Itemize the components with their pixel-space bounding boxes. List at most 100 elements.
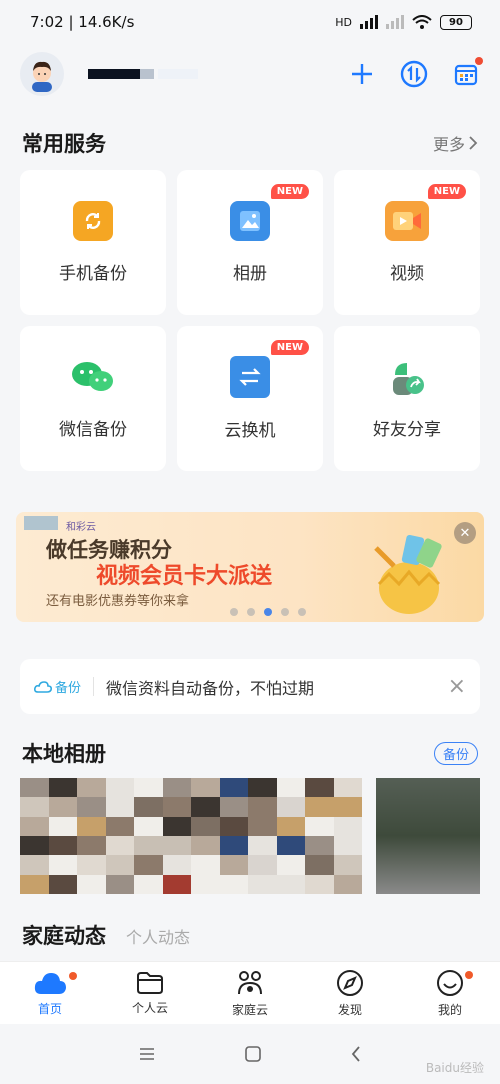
album-title: 本地相册 — [22, 742, 106, 766]
services-grid: 手机备份 NEW 相册 NEW 视频 微信备份 NEW 云换机 好友分享 — [20, 170, 480, 471]
username — [88, 69, 198, 79]
nav-discover[interactable]: 发现 — [305, 969, 395, 1018]
photo-pixel — [248, 778, 277, 798]
carousel-dot-active[interactable] — [264, 608, 272, 616]
service-wechat-backup[interactable]: 微信备份 — [20, 326, 166, 471]
photo-pixel — [105, 778, 134, 798]
carousel-dot[interactable] — [281, 608, 289, 616]
status-time: 7:02 | 14.6K/s — [30, 13, 135, 31]
transfer-button[interactable] — [400, 60, 428, 88]
more-link[interactable]: 更多 — [433, 131, 478, 155]
service-friend-share[interactable]: 好友分享 — [334, 326, 480, 471]
carousel-dot[interactable] — [230, 608, 238, 616]
promo-banner[interactable]: 和彩云 做任务赚积分 视频会员卡大派送 还有电影优惠券等你来拿 ✕ — [16, 512, 484, 622]
photo-thumbnail[interactable] — [376, 778, 480, 894]
photo-pixel — [333, 855, 362, 875]
carousel-dot[interactable] — [247, 608, 255, 616]
photo-pixel — [105, 797, 134, 817]
photo-pixel — [305, 855, 334, 875]
add-button[interactable] — [348, 60, 376, 88]
photo-pixel — [105, 836, 134, 856]
transfer-icon — [400, 60, 428, 88]
photo-pixel — [48, 797, 77, 817]
photo-pixel — [162, 855, 191, 875]
avatar[interactable] — [20, 52, 64, 96]
photo-pixel — [162, 797, 191, 817]
nav-badge-dot — [69, 971, 77, 980]
photo-pixel — [248, 797, 277, 817]
service-phone-switch[interactable]: NEW 云换机 — [177, 326, 323, 471]
calendar-button[interactable] — [452, 57, 483, 88]
carousel-dot[interactable] — [298, 608, 306, 616]
tile-label: 好友分享 — [373, 420, 441, 440]
photo-thumbnail-strip[interactable] — [20, 778, 362, 894]
wechat-icon — [70, 357, 116, 397]
username-redacted — [140, 69, 154, 79]
photo-pixel — [191, 778, 220, 798]
service-album[interactable]: NEW 相册 — [177, 170, 323, 315]
photo-pixel — [162, 816, 191, 836]
signal-icon — [360, 15, 378, 29]
nav-home[interactable]: 首页 — [5, 970, 95, 1017]
banner-caption: 还有电影优惠券等你来拿 — [46, 594, 190, 609]
photo-pixel — [191, 797, 220, 817]
photo-pixel — [134, 836, 163, 856]
cloud-icon — [34, 972, 66, 994]
status-bar: 7:02 | 14.6K/s HD 90 — [0, 0, 500, 44]
banner-subheadline: 视频会员卡大派送 — [96, 564, 273, 589]
tab-personal-feed[interactable]: 个人动态 — [126, 924, 190, 948]
network-label: HD — [335, 15, 352, 29]
photo-pixel — [77, 855, 106, 875]
photo-pixel — [77, 778, 106, 798]
back-chevron-icon[interactable] — [351, 1046, 361, 1062]
menu-icon[interactable] — [139, 1047, 155, 1061]
photo-pixel — [276, 797, 305, 817]
photo-pixel — [219, 836, 248, 856]
photo-pixel — [162, 836, 191, 856]
banner-close-button[interactable]: ✕ — [454, 522, 476, 544]
photo-pixel — [219, 816, 248, 836]
nav-family-cloud[interactable]: 家庭云 — [205, 969, 295, 1018]
photo-pixel — [162, 778, 191, 798]
compass-icon — [337, 969, 363, 996]
photo-pixel — [219, 855, 248, 875]
tab-family-feed[interactable]: 家庭动态 — [22, 920, 106, 950]
services-header: 常用服务 更多 — [22, 128, 478, 158]
photo-pixel — [20, 778, 49, 798]
backup-notice[interactable]: 备份 微信资料自动备份，不怕过期 × — [20, 659, 480, 714]
new-badge: NEW — [270, 340, 309, 355]
nav-badge-dot — [465, 970, 473, 979]
photo-pixel — [48, 836, 77, 856]
photo-pixel — [77, 816, 106, 836]
photo-pixel — [48, 855, 77, 875]
folder-icon — [137, 971, 163, 994]
battery-indicator: 90 — [440, 14, 472, 30]
banner-egg-illustration — [374, 534, 442, 614]
notice-close-button[interactable]: × — [448, 674, 466, 699]
photo-pixel — [77, 797, 106, 817]
service-video[interactable]: NEW 视频 — [334, 170, 480, 315]
new-badge: NEW — [427, 184, 466, 199]
album-backup-button[interactable]: 备份 — [433, 741, 478, 765]
photo-pixel — [333, 797, 362, 817]
photo-pixel — [48, 816, 77, 836]
photo-pixel — [162, 874, 191, 894]
photo-pixel — [191, 816, 220, 836]
photo-pixel — [276, 778, 305, 798]
photo-pixel — [333, 816, 362, 836]
nav-personal-cloud[interactable]: 个人云 — [105, 971, 195, 1016]
family-icon — [238, 970, 262, 994]
wifi-icon — [412, 14, 432, 29]
photo-pixel — [20, 874, 49, 894]
photo-pixel — [333, 874, 362, 894]
username-redacted — [158, 69, 198, 79]
service-phone-backup[interactable]: 手机备份 — [20, 170, 166, 315]
nav-me[interactable]: 我的 — [405, 969, 495, 1018]
photo-pixel — [134, 855, 163, 875]
photo-pixel — [305, 778, 334, 798]
photo-pixel — [191, 855, 220, 875]
new-badge: NEW — [270, 184, 309, 199]
local-album-photos — [20, 778, 480, 894]
home-square-icon[interactable] — [245, 1046, 261, 1062]
photo-pixel — [48, 778, 77, 798]
